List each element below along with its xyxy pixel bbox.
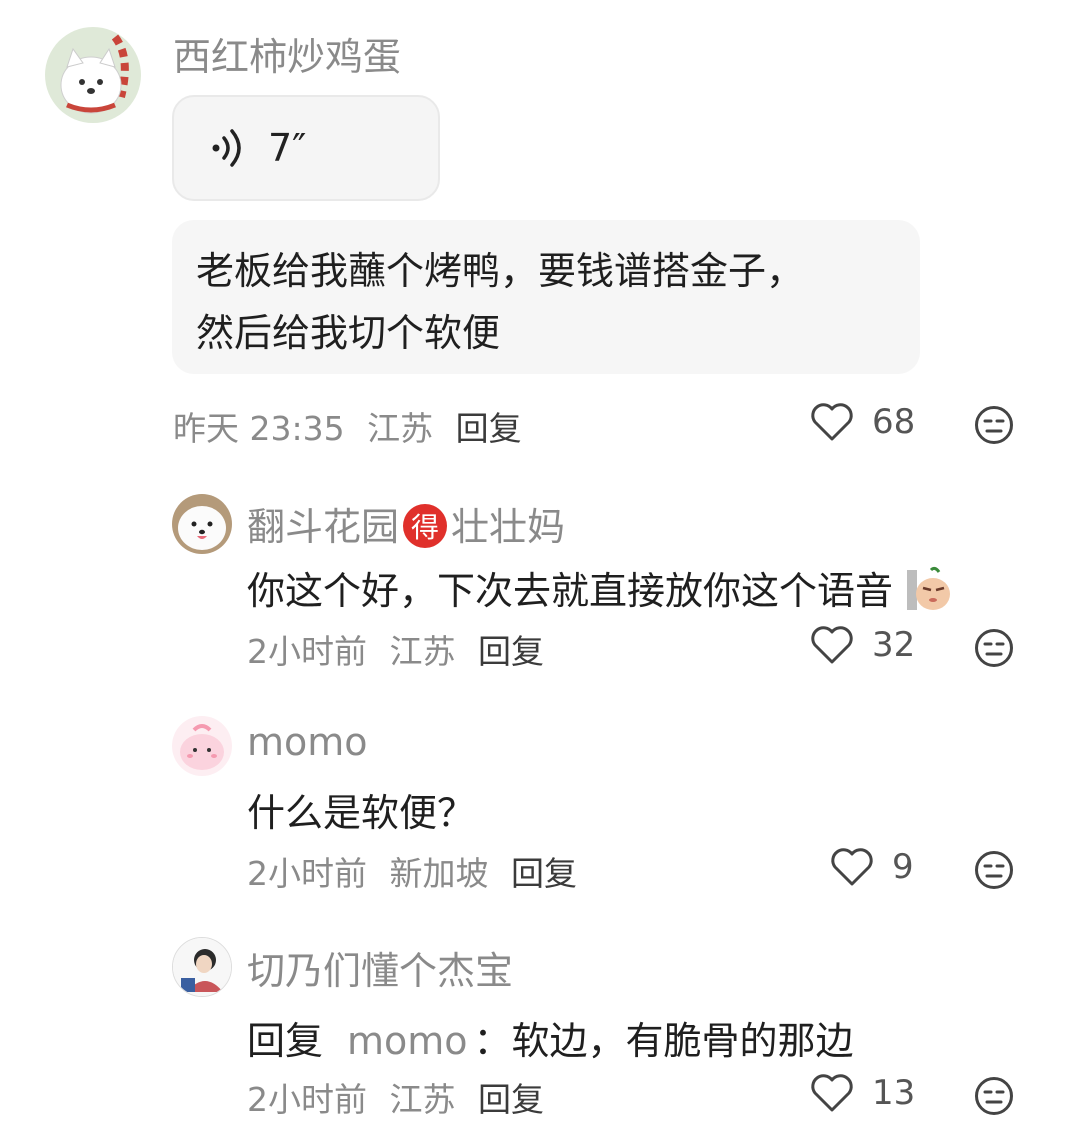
comment-author[interactable]: 翻斗花园得壮壮妈 <box>247 496 565 552</box>
like-count: 32 <box>872 625 916 665</box>
comment-time: 2小时前 <box>247 632 367 671</box>
like-button[interactable]: 32 <box>810 625 915 665</box>
comment-meta: 2小时前 新加坡 回复 <box>247 847 589 895</box>
transcript-line: 然后给我切个软便 <box>196 311 501 355</box>
meh-face-icon[interactable] <box>974 850 1014 890</box>
comment-text-body: 你这个好，下次去就直接放你这个语音 <box>247 569 894 613</box>
reply-button[interactable]: 回复 <box>478 632 544 671</box>
avatar-samoyed <box>172 494 232 554</box>
comment-text-body: ：软边，有脆骨的那边 <box>473 1019 854 1063</box>
voice-message[interactable]: 7″ <box>172 95 440 201</box>
comment-author[interactable]: 西红柿炒鸡蛋 <box>173 26 401 81</box>
comment-author[interactable]: momo <box>247 720 368 764</box>
author-name-part: 壮壮妈 <box>451 505 566 549</box>
reply-button[interactable]: 回复 <box>478 1080 544 1119</box>
comment-location: 新加坡 <box>389 854 489 893</box>
like-button[interactable]: 68 <box>810 402 915 442</box>
sound-wave-icon <box>212 129 241 167</box>
comment-text: 什么是软便？ <box>247 791 476 835</box>
like-count: 9 <box>892 847 914 887</box>
comment-time: 2小时前 <box>247 854 367 893</box>
heart-outline-icon <box>811 626 853 664</box>
author-name-part: 翻斗花园 <box>247 505 400 549</box>
like-button[interactable]: 13 <box>810 1073 915 1113</box>
meh-face-icon[interactable] <box>974 1076 1014 1116</box>
comment-meta: 昨天 23:35 江苏 回复 <box>173 402 534 450</box>
like-button[interactable]: 9 <box>830 847 914 887</box>
comment-meta: 2小时前 江苏 回复 <box>247 1073 556 1121</box>
like-count: 13 <box>872 1073 916 1113</box>
avatar-dog-cartoon <box>45 27 141 123</box>
comment-author[interactable]: 切乃们懂个杰宝 <box>247 940 513 995</box>
avatar[interactable] <box>172 937 232 997</box>
reply-button[interactable]: 回复 <box>456 409 522 448</box>
voice-duration: 7″ <box>268 126 307 170</box>
heart-outline-icon <box>811 403 853 441</box>
comment-time: 昨天 23:35 <box>173 409 345 448</box>
reply-prefix: 回复 <box>247 1019 324 1063</box>
comment-meta: 2小时前 江苏 回复 <box>247 625 556 673</box>
heart-outline-icon <box>831 848 873 886</box>
comment-location: 江苏 <box>367 409 434 448</box>
heart-outline-icon <box>811 1074 853 1112</box>
avatar[interactable] <box>172 716 232 776</box>
comment-location: 江苏 <box>389 632 456 671</box>
voice-transcript: 老板给我蘸个烤鸭，要钱谱搭金子， 然后给我切个软便 <box>172 220 920 374</box>
meh-face-icon[interactable] <box>974 405 1014 445</box>
avatar[interactable] <box>172 494 232 554</box>
like-count: 68 <box>872 402 916 442</box>
reply-target-user[interactable]: momo <box>347 1019 468 1063</box>
avatar-pink-blob <box>172 716 232 776</box>
reply-button[interactable]: 回复 <box>511 854 577 893</box>
meh-face-icon[interactable] <box>974 628 1014 668</box>
badge-de-icon: 得 <box>403 503 448 548</box>
avatar[interactable] <box>45 27 141 123</box>
comment-time: 2小时前 <box>247 1080 367 1119</box>
peeking-sticker-icon <box>907 566 951 610</box>
comment-location: 江苏 <box>389 1080 456 1119</box>
avatar-sketch-person <box>173 938 231 996</box>
transcript-line: 老板给我蘸个烤鸭，要钱谱搭金子， <box>196 249 805 293</box>
comment-text: 回复 momo ：软边，有脆骨的那边 <box>247 1010 854 1065</box>
comment-text: 你这个好，下次去就直接放你这个语音 <box>247 560 953 615</box>
